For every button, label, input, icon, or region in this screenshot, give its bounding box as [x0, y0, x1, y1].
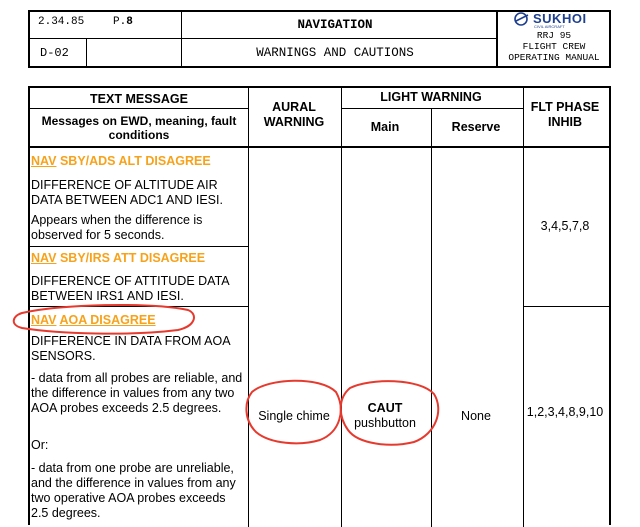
annotation-circle-caut	[339, 380, 440, 446]
annotation-circle-aoa-disagree	[12, 304, 195, 335]
annotation-overlay	[12, 304, 440, 446]
annotation-circle-single-chime	[245, 379, 342, 445]
